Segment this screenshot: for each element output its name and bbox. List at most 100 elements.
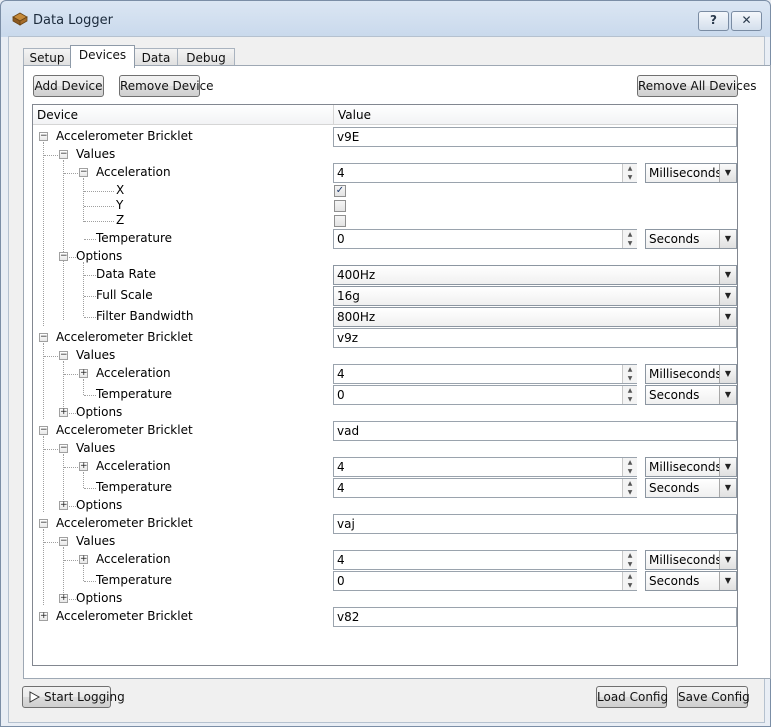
axis-x-checkbox[interactable]: ✓ <box>334 185 346 197</box>
device-uid-field[interactable]: v9z <box>333 328 737 348</box>
chevron-down-icon[interactable]: ▼ <box>719 230 736 248</box>
temperature-spinner[interactable]: ▲ ▼ <box>622 479 637 497</box>
chevron-down-icon[interactable]: ▼ <box>719 479 736 497</box>
collapse-icon[interactable]: − <box>39 426 48 435</box>
axis-y-checkbox[interactable] <box>334 200 346 212</box>
chevron-down-icon[interactable]: ▼ <box>719 572 736 590</box>
acceleration-spinner[interactable]: ▲ ▼ <box>622 551 637 569</box>
acceleration-interval-input[interactable]: 4 <box>333 457 637 477</box>
spin-down-icon[interactable]: ▼ <box>623 560 637 569</box>
values-label: Values <box>76 534 116 548</box>
collapse-icon[interactable]: − <box>59 537 68 546</box>
expand-icon[interactable]: + <box>59 594 68 603</box>
spin-down-icon[interactable]: ▼ <box>623 374 637 383</box>
header-value[interactable]: Value <box>338 108 371 122</box>
filter-bandwidth-select[interactable]: 800Hz ▼ <box>333 307 737 327</box>
tab-devices[interactable]: Devices <box>70 45 135 68</box>
acceleration-spinner[interactable]: ▲ ▼ <box>622 458 637 476</box>
tree-line <box>63 454 64 506</box>
chevron-down-icon[interactable]: ▼ <box>719 164 736 182</box>
tree-header: Device Value <box>33 105 737 125</box>
spin-down-icon[interactable]: ▼ <box>623 239 637 248</box>
acceleration-spinner[interactable]: ▲ ▼ <box>622 365 637 383</box>
save-config-button[interactable]: Save Config <box>677 686 750 708</box>
axis-z-checkbox[interactable] <box>334 215 346 227</box>
collapse-icon[interactable]: − <box>39 333 48 342</box>
add-device-button[interactable]: Add Device <box>33 75 104 97</box>
title-bar[interactable]: Data Logger ? ✕ <box>1 1 770 37</box>
device-uid-field[interactable]: vaj <box>333 514 737 534</box>
temperature-interval-input[interactable]: 4 <box>333 478 637 498</box>
temperature-unit-select[interactable]: Seconds ▼ <box>645 229 737 249</box>
temperature-interval-input[interactable]: 0 <box>333 385 637 405</box>
temperature-spinner[interactable]: ▲ ▼ <box>622 572 637 590</box>
acceleration-interval-input[interactable]: 4 <box>333 364 637 384</box>
tree-line <box>63 361 64 413</box>
header-device[interactable]: Device <box>37 108 78 122</box>
acceleration-unit-select[interactable]: Milliseconds ▼ <box>645 163 737 183</box>
temperature-unit-select[interactable]: Seconds ▼ <box>645 571 737 591</box>
chevron-down-icon[interactable]: ▼ <box>719 308 736 326</box>
load-config-button[interactable]: Load Config <box>596 686 668 708</box>
spin-down-icon[interactable]: ▼ <box>623 581 637 590</box>
device-uid-field[interactable]: vad <box>333 421 737 441</box>
tree-line <box>43 343 44 419</box>
collapse-icon[interactable]: − <box>59 444 68 453</box>
app-icon <box>12 12 28 26</box>
axis-x-label: X <box>116 183 125 197</box>
spin-down-icon[interactable]: ▼ <box>623 467 637 476</box>
remove-device-button[interactable]: Remove Device <box>119 75 214 97</box>
spin-down-icon[interactable]: ▼ <box>623 395 637 404</box>
device-name: Accelerometer Bricklet <box>56 423 193 437</box>
collapse-icon[interactable]: − <box>79 168 88 177</box>
expand-icon[interactable]: + <box>59 501 68 510</box>
help-button[interactable]: ? <box>698 11 729 31</box>
expand-icon[interactable]: + <box>79 555 88 564</box>
device-tree[interactable]: Device Value − Accelerometer Bricklet v9… <box>32 104 738 666</box>
tree-line <box>63 547 64 599</box>
collapse-icon[interactable]: − <box>59 351 68 360</box>
device-uid-field[interactable]: v9E <box>333 127 737 147</box>
temperature-interval-input[interactable]: 0 <box>333 571 637 591</box>
data-rate-select[interactable]: 400Hz ▼ <box>333 265 737 285</box>
spin-down-icon[interactable]: ▼ <box>623 173 637 182</box>
acceleration-unit-select[interactable]: Milliseconds ▼ <box>645 364 737 384</box>
collapse-icon[interactable]: − <box>59 252 68 261</box>
remove-all-devices-button[interactable]: Remove All Devices <box>637 75 757 97</box>
acceleration-unit-select[interactable]: Milliseconds ▼ <box>645 550 737 570</box>
chevron-down-icon[interactable]: ▼ <box>719 386 736 404</box>
acceleration-unit-select[interactable]: Milliseconds ▼ <box>645 457 737 477</box>
temperature-spinner[interactable]: ▲ ▼ <box>622 230 637 248</box>
collapse-icon[interactable]: − <box>39 132 48 141</box>
temperature-spinner[interactable]: ▲ ▼ <box>622 386 637 404</box>
acceleration-interval-input[interactable]: 4 <box>333 550 637 570</box>
temperature-unit-select[interactable]: Seconds ▼ <box>645 385 737 405</box>
window-title: Data Logger <box>33 13 113 28</box>
chevron-down-icon[interactable]: ▼ <box>719 266 736 284</box>
device-name: Accelerometer Bricklet <box>56 129 193 143</box>
expand-icon[interactable]: + <box>39 612 48 621</box>
close-button[interactable]: ✕ <box>731 11 762 31</box>
acceleration-spinner[interactable]: ▲ ▼ <box>622 164 637 182</box>
temperature-unit-select[interactable]: Seconds ▼ <box>645 478 737 498</box>
tree-line <box>63 160 64 320</box>
expand-icon[interactable]: + <box>79 462 88 471</box>
spin-down-icon[interactable]: ▼ <box>623 488 637 497</box>
chevron-down-icon[interactable]: ▼ <box>719 551 736 569</box>
tree-line <box>44 356 58 357</box>
chevron-down-icon[interactable]: ▼ <box>719 458 736 476</box>
tree-line <box>64 173 78 174</box>
acceleration-interval-input[interactable]: 4 <box>333 163 637 183</box>
device-uid-field[interactable]: v82 <box>333 607 737 627</box>
start-logging-button[interactable]: Start Logging <box>22 686 125 708</box>
acceleration-label: Acceleration <box>96 552 171 566</box>
full-scale-select[interactable]: 16g ▼ <box>333 286 737 306</box>
temperature-interval-input[interactable]: 0 <box>333 229 637 249</box>
expand-icon[interactable]: + <box>79 369 88 378</box>
header-divider[interactable] <box>333 105 334 124</box>
chevron-down-icon[interactable]: ▼ <box>719 365 736 383</box>
collapse-icon[interactable]: − <box>39 519 48 528</box>
collapse-icon[interactable]: − <box>59 150 68 159</box>
expand-icon[interactable]: + <box>59 408 68 417</box>
chevron-down-icon[interactable]: ▼ <box>719 287 736 305</box>
